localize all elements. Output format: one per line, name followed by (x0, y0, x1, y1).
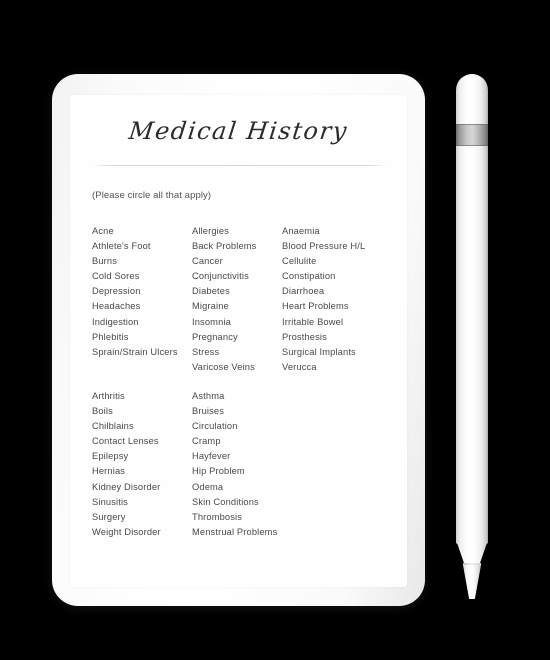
condition-column-2: Allergies Back Problems Cancer Conjuncti… (192, 224, 282, 375)
condition-item[interactable]: Surgery (92, 510, 192, 525)
condition-list-secondary: Arthritis Boils Chilblains Contact Lense… (92, 389, 395, 540)
condition-item[interactable]: Sinusitis (92, 495, 192, 510)
tablet-device: Medical History (Please circle all that … (52, 74, 425, 606)
condition-item[interactable]: Skin Conditions (192, 495, 282, 510)
condition-item[interactable]: Headaches (92, 299, 192, 314)
condition-item[interactable]: Thrombosis (192, 510, 282, 525)
condition-item[interactable]: Constipation (282, 269, 392, 284)
condition-item[interactable]: Surgical Implants (282, 345, 392, 360)
condition-item[interactable]: Conjunctivitis (192, 269, 282, 284)
condition-item[interactable]: Arthritis (92, 389, 192, 404)
condition-item[interactable]: Insomnia (192, 315, 282, 330)
condition-item[interactable]: Diabetes (192, 284, 282, 299)
condition-item[interactable]: Irritable Bowel (282, 315, 392, 330)
stylus-pen[interactable] (456, 74, 488, 606)
page-title: Medical History (127, 117, 350, 145)
condition-column-1: Acne Athlete's Foot Burns Cold Sores Dep… (92, 224, 192, 375)
condition-item[interactable]: Bruises (192, 404, 282, 419)
condition-item[interactable]: Hayfever (192, 449, 282, 464)
stylus-neck (456, 540, 488, 564)
tablet-screen[interactable]: Medical History (Please circle all that … (70, 95, 407, 587)
condition-item[interactable]: Chilblains (92, 419, 192, 434)
condition-item[interactable]: Prosthesis (282, 330, 392, 345)
condition-item[interactable]: Cramp (192, 434, 282, 449)
condition-item[interactable]: Cold Sores (92, 269, 192, 284)
title-divider (92, 165, 387, 166)
condition-column-1: Arthritis Boils Chilblains Contact Lense… (92, 389, 192, 540)
medical-history-document: Medical History (Please circle all that … (70, 95, 407, 587)
stylus-band (456, 124, 488, 146)
condition-item[interactable]: Migraine (192, 299, 282, 314)
condition-item[interactable]: Contact Lenses (92, 434, 192, 449)
condition-item[interactable]: Phlebitis (92, 330, 192, 345)
condition-item[interactable]: Cellulite (282, 254, 392, 269)
condition-item[interactable]: Allergies (192, 224, 282, 239)
condition-item[interactable]: Cancer (192, 254, 282, 269)
condition-item[interactable]: Depression (92, 284, 192, 299)
condition-item[interactable]: Varicose Veins (192, 360, 282, 375)
condition-item[interactable]: Hip Problem (192, 464, 282, 479)
condition-item[interactable]: Odema (192, 480, 282, 495)
condition-item[interactable]: Anaemia (282, 224, 392, 239)
condition-item[interactable]: Burns (92, 254, 192, 269)
condition-item[interactable]: Menstrual Problems (192, 525, 282, 540)
condition-item[interactable]: Diarrhoea (282, 284, 392, 299)
condition-item[interactable]: Kidney Disorder (92, 480, 192, 495)
condition-item[interactable]: Back Problems (192, 239, 282, 254)
instruction-note: (Please circle all that apply) (92, 190, 212, 201)
condition-item[interactable]: Acne (92, 224, 192, 239)
condition-column-2: Asthma Bruises Circulation Cramp Hayfeve… (192, 389, 282, 540)
stylus-body (456, 74, 488, 544)
condition-item[interactable]: Circulation (192, 419, 282, 434)
condition-item[interactable]: Boils (92, 404, 192, 419)
condition-item[interactable]: Blood Pressure H/L (282, 239, 392, 254)
condition-list-primary: Acne Athlete's Foot Burns Cold Sores Dep… (92, 224, 395, 375)
condition-item[interactable]: Hernias (92, 464, 192, 479)
condition-column-3: Anaemia Blood Pressure H/L Cellulite Con… (282, 224, 392, 375)
condition-item[interactable]: Heart Problems (282, 299, 392, 314)
condition-item[interactable]: Indigestion (92, 315, 192, 330)
condition-item[interactable]: Athlete's Foot (92, 239, 192, 254)
stylus-tip (463, 565, 481, 599)
condition-item[interactable]: Asthma (192, 389, 282, 404)
condition-item[interactable]: Weight Disorder (92, 525, 192, 540)
condition-item[interactable]: Stress (192, 345, 282, 360)
condition-item[interactable]: Verucca (282, 360, 392, 375)
condition-item[interactable]: Pregnancy (192, 330, 282, 345)
condition-item[interactable]: Epilepsy (92, 449, 192, 464)
condition-item[interactable]: Sprain/Strain Ulcers (92, 345, 192, 360)
